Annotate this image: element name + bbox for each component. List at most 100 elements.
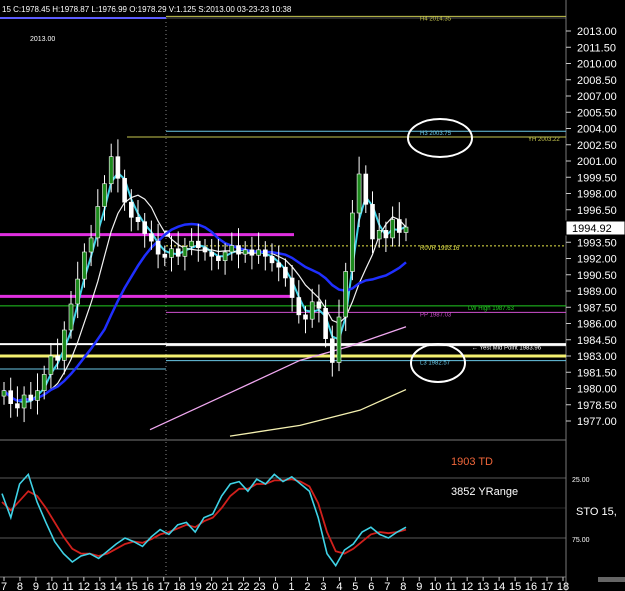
stoch-level-label: 75.00 [572, 537, 590, 544]
candle-body [370, 204, 375, 240]
price-tick-label: 1998.00 [577, 189, 617, 201]
price-tick-label: 1983.00 [577, 351, 617, 363]
candle-body [129, 201, 134, 218]
time-tick-label: 8 [17, 581, 23, 591]
time-tick-label: 11 [445, 581, 456, 591]
time-tick-label: 10 [429, 581, 441, 591]
candle-body [82, 251, 87, 280]
candle-body [155, 240, 161, 255]
time-tick-label: 16 [142, 581, 154, 591]
symbol-value: 2013.00 [30, 36, 55, 43]
candle-body [363, 173, 369, 205]
sto-label: STO 15, [576, 506, 617, 518]
candle-body [135, 217, 141, 222]
candle-body [196, 240, 201, 248]
candle-body [236, 245, 241, 255]
time-tick-label: 11 [62, 581, 73, 591]
time-tick-label: 12 [461, 581, 473, 591]
price-tick-label: 2002.50 [577, 140, 617, 152]
price-tick-label: 2005.50 [577, 107, 617, 119]
time-tick-label: 15 [509, 581, 521, 591]
level-label: L3 1982.57 [420, 361, 451, 367]
price-tick-label: 1990.50 [577, 270, 617, 282]
time-tick-label: 5 [352, 581, 358, 591]
candle-body [122, 178, 127, 203]
level-label: ← Yest Mid Point 1983.96 [472, 346, 542, 352]
candle-body [142, 221, 147, 234]
level-label: H3 2003.75 [420, 131, 452, 137]
td-count: 1903 TD [451, 456, 493, 468]
time-tick-label: 15 [126, 581, 138, 591]
time-axis[interactable]: 7 8 9 10 11 12 13 14 15 16 17 18 19 20 21 22 23 0 1 2 3 4 5 6 7 8… [1, 577, 625, 591]
level-label: R0VR 1993.16 [420, 246, 460, 252]
time-tick-label: 23 [253, 581, 265, 591]
candle-body [35, 390, 40, 401]
candle-body [343, 271, 349, 318]
candle-body [175, 248, 181, 257]
price-tick-label: 1977.00 [577, 416, 617, 428]
time-tick-label: 21 [221, 581, 233, 591]
price-tick-label: 1981.50 [577, 367, 617, 379]
ma-pink-line [149, 326, 407, 431]
time-tick-label: 9 [416, 581, 422, 591]
candle-body [102, 183, 107, 207]
time-tick-label: 13 [94, 581, 106, 591]
candle-body [216, 256, 221, 261]
price-tick-label: 2004.00 [577, 124, 617, 136]
last-price-label: 1994.92 [572, 223, 612, 235]
ma-yellow-line [229, 388, 407, 437]
candle-body [390, 219, 395, 239]
candle-body [303, 314, 308, 320]
candle-body [350, 212, 355, 272]
price-tick-label: 1989.00 [577, 286, 617, 298]
candle-body [376, 230, 382, 240]
time-tick-label: 10 [46, 581, 58, 591]
candle-body [249, 249, 255, 256]
time-tick-label: 7 [1, 581, 7, 591]
price-tick-label: 1996.50 [577, 205, 617, 217]
candle-body [383, 230, 389, 239]
price-tick-label: 1984.50 [577, 335, 617, 347]
candle-body [8, 390, 13, 404]
price-tick-label: 2007.00 [577, 91, 617, 103]
time-tick-label: 18 [174, 581, 186, 591]
time-tick-label: 20 [206, 581, 218, 591]
pivot-levels: H4 2014.35 H3 2003.75 YH 2003.22 R0VR 1993.… [0, 15, 566, 370]
stoch-level-label: 25.00 [572, 477, 590, 484]
candle-body [21, 394, 27, 409]
time-tick-label: 9 [33, 581, 39, 591]
candle-body [242, 249, 248, 255]
candle-body [48, 355, 54, 375]
candle-body [316, 301, 322, 309]
level-label: H4 2014.35 [420, 16, 452, 22]
time-tick-label: 6 [368, 581, 374, 591]
yrange-count: 3852 YRange [451, 486, 518, 498]
candle-body [209, 251, 214, 257]
time-tick-label: 22 [237, 581, 249, 591]
candle-body [296, 297, 302, 316]
candle-body [289, 277, 295, 298]
candle-body [403, 226, 409, 233]
time-tick-label: 14 [493, 581, 505, 591]
candle-body [356, 173, 362, 214]
level-label: PP 1987.03 [420, 312, 452, 318]
price-tick-label: 1980.00 [577, 384, 617, 396]
price-tick-label: 2010.00 [577, 59, 617, 71]
price-tick-label: 1978.50 [577, 400, 617, 412]
time-tick-label: 12 [78, 581, 90, 591]
candle-body [182, 246, 188, 257]
candle-body [61, 329, 67, 361]
candle-body [323, 308, 328, 339]
candle-body [189, 240, 194, 247]
scroll-handle [598, 577, 625, 582]
candle-body [222, 251, 228, 261]
price-tick-label: 2001.00 [577, 156, 617, 168]
time-tick-label: 18 [557, 581, 569, 591]
candle-body [336, 316, 342, 363]
candle-body [329, 338, 335, 363]
time-tick-label: 16 [525, 581, 537, 591]
candle-body [28, 394, 34, 401]
time-tick-label: 17 [158, 581, 170, 591]
ohlc-readout: 15 C:1978.45 H:1978.87 L:1976.99 O:1978.… [2, 5, 292, 14]
candle-body [55, 355, 60, 361]
